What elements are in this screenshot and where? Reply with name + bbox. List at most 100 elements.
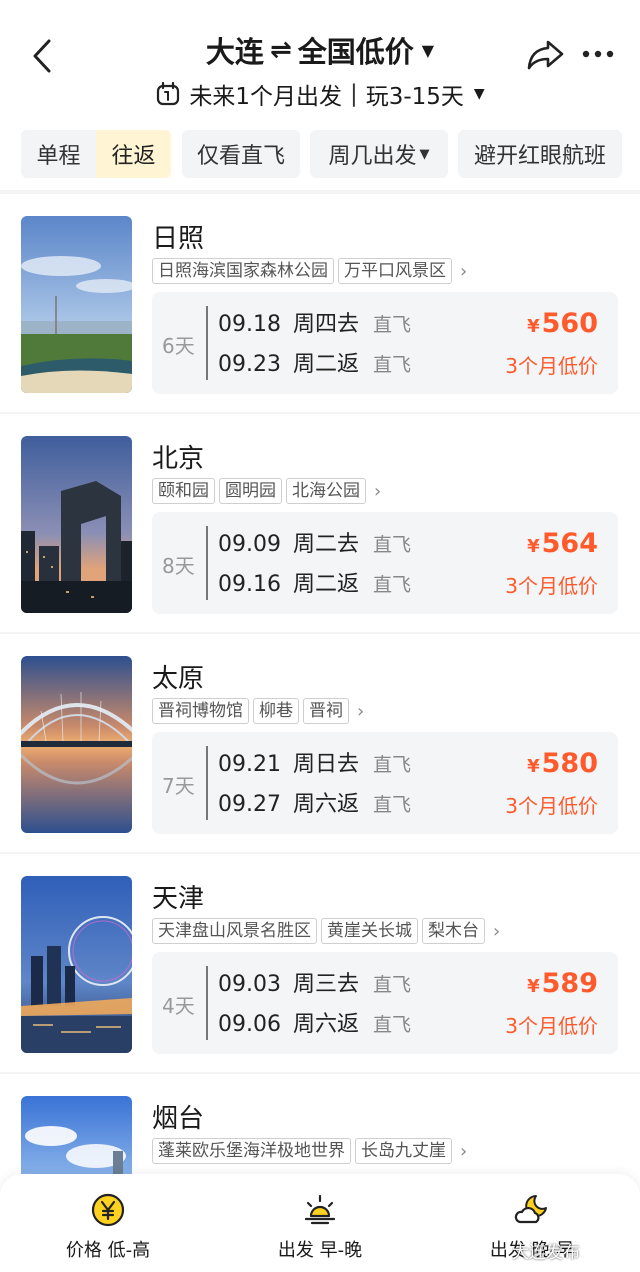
depart-day: 周三去	[292, 972, 359, 997]
depart-date: 09.03	[218, 972, 281, 997]
date-range-label: 未来1个月出发	[189, 84, 342, 110]
depart-day: 周四去	[292, 312, 359, 337]
price-value: 560	[541, 308, 598, 339]
more-dots-icon	[582, 50, 614, 58]
price-value: 589	[541, 968, 598, 999]
flight-type: 直飞	[373, 574, 412, 596]
avoid-redeye-label: 避开红眼航班	[473, 144, 606, 169]
attraction-tag[interactable]: 天津盘山风景名胜区	[152, 918, 317, 944]
dropdown-caret-icon: ▼	[473, 86, 485, 102]
dropdown-caret-icon: ▼	[419, 146, 430, 162]
nonstop-only-label: 仅看直飞	[196, 144, 285, 169]
return-leg: 09.23 周二返 直飞	[218, 346, 412, 377]
attraction-tag[interactable]: 北海公园	[286, 478, 366, 504]
swap-icon[interactable]: ⇌	[270, 35, 292, 65]
nonstop-only-filter[interactable]: 仅看直飞	[182, 130, 300, 178]
weekday-filter[interactable]: 周几出发 ▼	[310, 130, 448, 178]
result-card[interactable]: 太原 晋祠博物馆 柳巷 晋祠 › 7天 09.21 周日去 直飞 09.27 周…	[0, 634, 640, 852]
chevron-right-icon[interactable]: ›	[357, 701, 364, 722]
moon-cloud-icon	[514, 1195, 547, 1224]
attraction-tag[interactable]: 黄崖关长城	[321, 918, 418, 944]
chevron-right-icon[interactable]: ›	[493, 921, 500, 942]
chevron-right-icon[interactable]: ›	[460, 1141, 467, 1162]
attraction-tag[interactable]: 柳巷	[253, 698, 299, 724]
more-button[interactable]	[578, 36, 622, 76]
divider	[206, 526, 208, 600]
outbound-leg: 09.03 周三去 直飞	[218, 966, 412, 997]
return-date: 09.23	[218, 352, 281, 377]
depart-date: 09.21	[218, 752, 281, 777]
flight-info[interactable]: 6天 09.18 周四去 直飞 09.23 周二返 直飞 ¥560 3个月低价	[152, 292, 618, 394]
result-card[interactable]: 日照 日照海滨国家森林公园 万平口风景区 › 6天 09.18 周四去 直飞 0…	[0, 194, 640, 412]
trip-days: 6天	[162, 334, 195, 358]
result-card[interactable]: 北京 颐和园 圆明园 北海公园 › 8天 09.09 周二去 直飞 09.16 …	[0, 414, 640, 632]
attraction-tag[interactable]: 蓬莱欧乐堡海洋极地世界	[152, 1138, 351, 1164]
return-day: 周二返	[292, 352, 359, 377]
top-header: 大连 ⇌ 全国低价 ▼ 未来1个月出发 | 玩3-15天 ▼ 单程 往返 仅看直	[0, 0, 640, 190]
flight-type: 直飞	[373, 794, 412, 816]
flight-type: 直飞	[373, 354, 412, 376]
attraction-tags: 日照海滨国家森林公园 万平口风景区 ›	[152, 258, 467, 284]
city-photo-beijing	[21, 436, 132, 613]
depart-date: 09.09	[218, 532, 281, 557]
duration-label: 玩3-15天	[365, 84, 464, 110]
return-date: 09.27	[218, 792, 281, 817]
date-duration-selector[interactable]: 未来1个月出发 | 玩3-15天 ▼	[0, 74, 640, 114]
calendar-icon	[157, 81, 180, 106]
currency-symbol: ¥	[527, 316, 540, 337]
return-leg: 09.27 周六返 直飞	[218, 786, 412, 817]
chevron-right-icon[interactable]: ›	[460, 261, 467, 282]
watermark: 大连发布	[512, 1243, 580, 1263]
city-photo-taiyuan	[21, 656, 132, 833]
divider	[206, 746, 208, 820]
attraction-tag[interactable]: 晋祠	[303, 698, 349, 724]
separator: |	[349, 81, 358, 107]
price-note: 3个月低价	[505, 1014, 598, 1038]
outbound-leg: 09.18 周四去 直飞	[218, 306, 412, 337]
return-date: 09.06	[218, 1012, 281, 1037]
sort-depart-button[interactable]: 出发 早-晚	[250, 1174, 390, 1272]
divider	[206, 306, 208, 380]
attraction-tag[interactable]: 圆明园	[219, 478, 282, 504]
sort-price-button[interactable]: 价格 低-高	[38, 1174, 178, 1272]
attraction-tag[interactable]: 晋祠博物馆	[152, 698, 249, 724]
result-card[interactable]: 天津 天津盘山风景名胜区 黄崖关长城 梨木台 › 4天 09.03 周三去 直飞…	[0, 854, 640, 1072]
attraction-tag[interactable]: 颐和园	[152, 478, 215, 504]
attraction-tag[interactable]: 日照海滨国家森林公园	[152, 258, 334, 284]
flight-type: 直飞	[373, 974, 412, 996]
price: ¥560	[527, 308, 598, 339]
divider	[206, 966, 208, 1040]
flight-type: 直飞	[373, 314, 412, 336]
return-leg: 09.06 周六返 直飞	[218, 1006, 411, 1037]
attraction-tags: 颐和园 圆明园 北海公园 ›	[152, 478, 381, 504]
trip-days: 4天	[162, 994, 195, 1018]
city-name: 日照	[152, 224, 205, 254]
price: ¥589	[527, 968, 598, 999]
flight-info[interactable]: 4天 09.03 周三去 直飞 09.06 周六返 直飞 ¥589 3个月低价	[152, 952, 618, 1054]
attraction-tag[interactable]: 梨木台	[422, 918, 485, 944]
return-day: 周六返	[292, 1012, 359, 1037]
city-name: 北京	[152, 444, 205, 474]
depart-date: 09.18	[218, 312, 281, 337]
city-name: 太原	[152, 664, 205, 694]
round-trip-tab[interactable]: 往返	[96, 130, 171, 178]
trip-days: 7天	[162, 774, 195, 798]
origin-city: 大连	[205, 35, 264, 69]
attraction-tag[interactable]: 万平口风景区	[338, 258, 452, 284]
flight-info[interactable]: 7天 09.21 周日去 直飞 09.27 周六返 直飞 ¥580 3个月低价	[152, 732, 618, 834]
attraction-tag[interactable]: 长岛九丈崖	[355, 1138, 452, 1164]
return-day: 周二返	[292, 572, 359, 597]
avoid-redeye-filter[interactable]: 避开红眼航班	[458, 130, 622, 178]
price: ¥564	[527, 528, 598, 559]
one-way-tab[interactable]: 单程	[21, 130, 96, 178]
chevron-right-icon[interactable]: ›	[374, 481, 381, 502]
sunrise-icon	[304, 1194, 336, 1225]
flight-info[interactable]: 8天 09.09 周二去 直飞 09.16 周二返 直飞 ¥564 3个月低价	[152, 512, 618, 614]
attraction-tags: 天津盘山风景名胜区 黄崖关长城 梨木台 ›	[152, 918, 500, 944]
share-button[interactable]	[526, 36, 570, 76]
currency-symbol: ¥	[527, 976, 540, 997]
flight-type: 直飞	[373, 754, 412, 776]
flight-type: 直飞	[373, 534, 412, 556]
return-day: 周六返	[292, 792, 359, 817]
attraction-tags: 蓬莱欧乐堡海洋极地世界 长岛九丈崖 ›	[152, 1138, 467, 1164]
